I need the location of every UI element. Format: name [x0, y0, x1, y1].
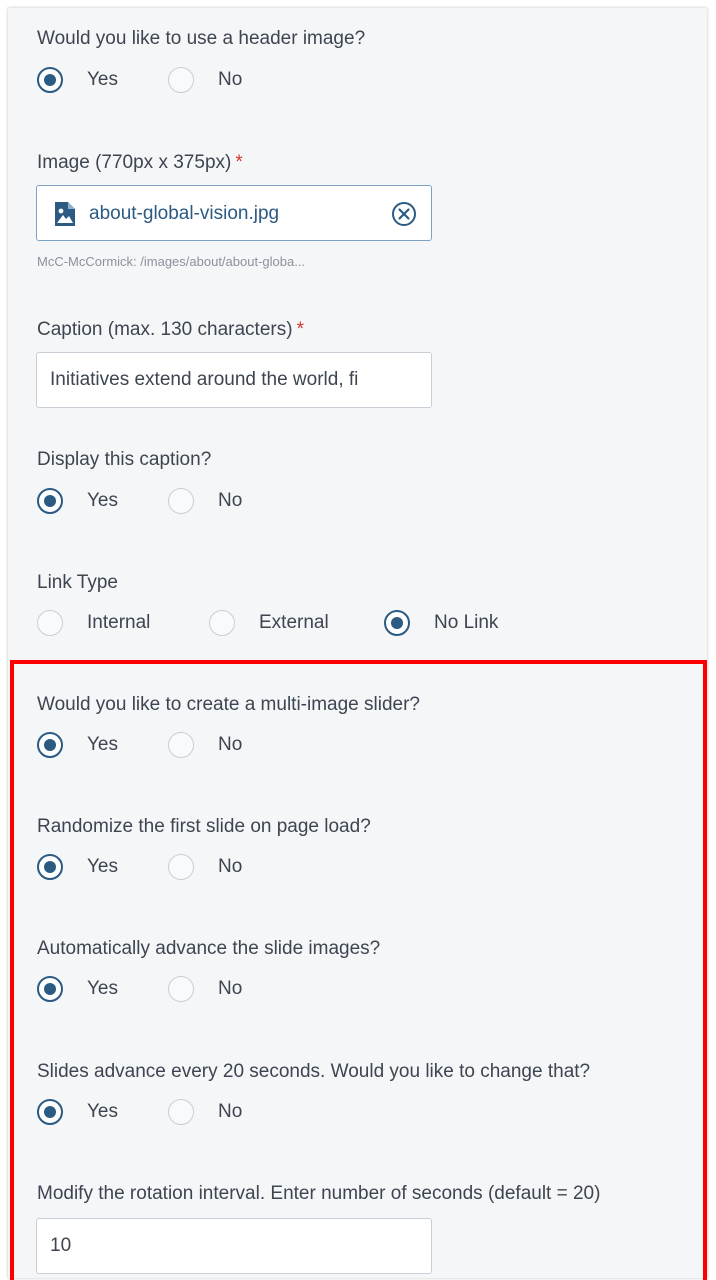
link-type-question: Link Type	[37, 572, 118, 593]
radio-unchecked-icon[interactable]	[168, 488, 194, 514]
caption-label: Caption (max. 130 characters) *	[37, 318, 304, 342]
image-file-field[interactable]: about-global-vision.jpg	[36, 185, 432, 241]
option-label: No	[218, 69, 243, 90]
radio-unchecked-icon[interactable]	[168, 732, 194, 758]
radio-unchecked-icon[interactable]	[168, 854, 194, 880]
change-interval-question: Slides advance every 20 seconds. Would y…	[37, 1061, 591, 1082]
option-label: Yes	[87, 69, 118, 90]
multi-slider-question: Would you like to create a multi-image s…	[37, 694, 420, 715]
radio-unchecked-icon[interactable]	[168, 976, 194, 1002]
circle-x-icon[interactable]	[390, 200, 418, 228]
link-type-no-link-option[interactable]: No Link	[384, 605, 498, 641]
radio-unchecked-icon[interactable]	[168, 67, 194, 93]
option-label: Yes	[87, 490, 118, 511]
header-image-yes-option[interactable]: Yes	[37, 62, 118, 98]
randomize-no-option[interactable]: No	[168, 849, 242, 885]
display-caption-no-option[interactable]: No	[168, 483, 242, 519]
required-mark: *	[296, 319, 304, 340]
option-label: External	[259, 612, 329, 633]
image-label-text: Image (770px x 375px)	[37, 152, 232, 173]
change-interval-yes-option[interactable]: Yes	[37, 1094, 118, 1130]
multi-slider-yes-option[interactable]: Yes	[37, 727, 118, 763]
option-label: No	[218, 1101, 243, 1122]
link-type-external-option[interactable]: External	[209, 605, 329, 641]
auto-advance-yes-option[interactable]: Yes	[37, 971, 118, 1007]
radio-checked-icon[interactable]	[37, 488, 63, 514]
rotation-interval-label: Modify the rotation interval. Enter numb…	[37, 1183, 601, 1204]
option-label: No	[218, 978, 243, 999]
radio-checked-icon[interactable]	[37, 732, 63, 758]
multi-slider-no-option[interactable]: No	[168, 727, 242, 763]
auto-advance-question: Automatically advance the slide images?	[37, 938, 381, 959]
display-caption-question: Display this caption?	[37, 449, 212, 470]
radio-checked-icon[interactable]	[37, 976, 63, 1002]
radio-unchecked-icon[interactable]	[37, 610, 63, 636]
randomize-yes-option[interactable]: Yes	[37, 849, 118, 885]
radio-checked-icon[interactable]	[37, 854, 63, 880]
required-mark: *	[235, 152, 243, 173]
image-path-hint: McC-McCormick: /images/about/about-globa…	[37, 254, 306, 269]
rotation-interval-input[interactable]: 10	[36, 1218, 432, 1274]
randomize-question: Randomize the first slide on page load?	[37, 816, 371, 837]
header-image-question: Would you like to use a header image?	[37, 28, 366, 49]
radio-checked-icon[interactable]	[37, 67, 63, 93]
radio-unchecked-icon[interactable]	[209, 610, 235, 636]
file-name[interactable]: about-global-vision.jpg	[89, 186, 279, 240]
auto-advance-no-option[interactable]: No	[168, 971, 242, 1007]
option-label: Internal	[87, 612, 151, 633]
option-label: No Link	[434, 612, 499, 633]
radio-checked-icon[interactable]	[37, 1099, 63, 1125]
option-label: No	[218, 490, 243, 511]
option-label: No	[218, 856, 243, 877]
option-label: Yes	[87, 1101, 118, 1122]
radio-checked-icon[interactable]	[384, 610, 410, 636]
link-type-internal-option[interactable]: Internal	[37, 605, 150, 641]
display-caption-yes-option[interactable]: Yes	[37, 483, 118, 519]
caption-label-text: Caption (max. 130 characters)	[37, 319, 293, 340]
header-image-no-option[interactable]: No	[168, 62, 242, 98]
option-label: Yes	[87, 734, 118, 755]
image-file-icon	[55, 202, 75, 226]
option-label: Yes	[87, 978, 118, 999]
radio-unchecked-icon[interactable]	[168, 1099, 194, 1125]
image-label: Image (770px x 375px) *	[37, 151, 243, 175]
option-label: Yes	[87, 856, 118, 877]
caption-input[interactable]: Initiatives extend around the world, fi	[36, 352, 432, 408]
change-interval-no-option[interactable]: No	[168, 1094, 242, 1130]
form-panel: Would you like to use a header image? Ye…	[8, 8, 707, 1278]
option-label: No	[218, 734, 243, 755]
